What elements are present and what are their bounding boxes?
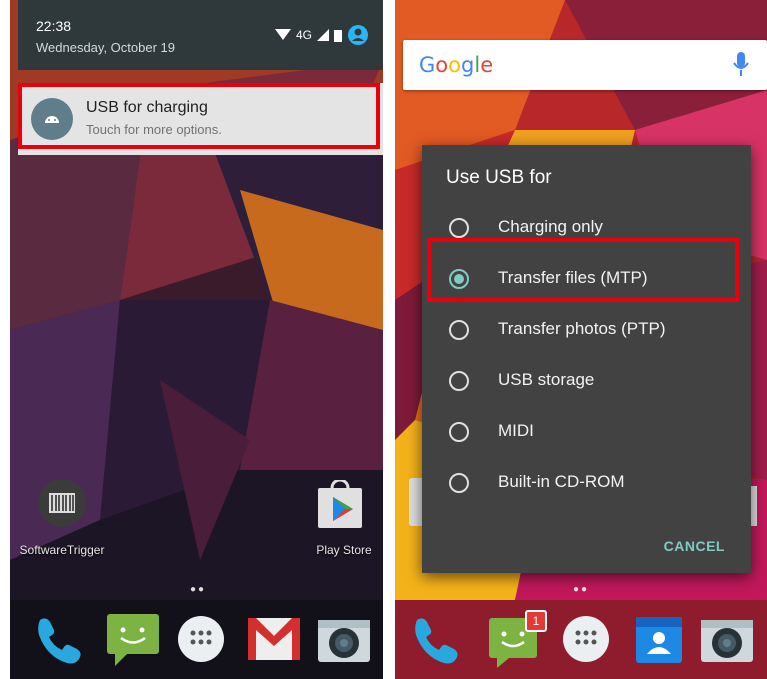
google-search-bar[interactable]: Google bbox=[403, 40, 767, 90]
radio-button[interactable] bbox=[449, 320, 469, 340]
notification-shade-header: 22:38 Wednesday, October 19 4G bbox=[18, 0, 383, 70]
option-label: USB storage bbox=[498, 370, 595, 389]
contacts-icon[interactable] bbox=[633, 614, 685, 666]
wifi-icon bbox=[274, 29, 291, 40]
right-phone-screen: Google Use USB for Charging only Transfe… bbox=[395, 0, 767, 679]
user-avatar-icon[interactable] bbox=[347, 24, 369, 46]
radio-button[interactable] bbox=[449, 218, 469, 238]
signal-icon bbox=[317, 29, 329, 41]
gmail-icon[interactable] bbox=[246, 616, 302, 662]
app-drawer-icon[interactable] bbox=[561, 614, 611, 664]
camera-icon[interactable] bbox=[316, 614, 372, 666]
microphone-icon[interactable] bbox=[733, 52, 749, 78]
status-time: 22:38 bbox=[36, 18, 72, 34]
radio-button[interactable] bbox=[449, 473, 469, 493]
status-icons: 4G bbox=[274, 24, 369, 46]
app-drawer-icon[interactable] bbox=[176, 614, 226, 664]
radio-button[interactable] bbox=[449, 371, 469, 391]
option-label: MIDI bbox=[498, 421, 534, 440]
dialog-title: Use USB for bbox=[446, 167, 552, 188]
camera-icon[interactable] bbox=[699, 614, 755, 666]
play-store-icon[interactable] bbox=[315, 480, 365, 530]
option-usb-storage[interactable]: USB storage bbox=[422, 356, 751, 406]
option-midi[interactable]: MIDI bbox=[422, 407, 751, 457]
app-label-play-store: Play Store bbox=[316, 543, 372, 557]
left-phone-screen: 22:38 Wednesday, October 19 4G USB for c… bbox=[10, 0, 383, 679]
google-logo: Google bbox=[419, 53, 494, 77]
option-label: Charging only bbox=[498, 217, 603, 236]
cancel-button[interactable]: CANCEL bbox=[664, 538, 725, 554]
unread-badge: 1 bbox=[525, 610, 547, 632]
page-indicator: ●● bbox=[573, 584, 590, 595]
app-label-software-trigger: SoftwareTrigger bbox=[19, 543, 105, 557]
page-indicator: ●● bbox=[190, 584, 207, 595]
highlight-box-mtp-option bbox=[427, 238, 739, 302]
phone-icon[interactable] bbox=[407, 612, 463, 668]
use-usb-for-dialog: Use USB for Charging only Transfer files… bbox=[422, 145, 751, 573]
option-label: Built-in CD-ROM bbox=[498, 472, 625, 491]
phone-icon[interactable] bbox=[30, 612, 86, 668]
network-type: 4G bbox=[295, 28, 312, 42]
status-date: Wednesday, October 19 bbox=[36, 40, 175, 55]
messaging-icon[interactable] bbox=[105, 610, 161, 668]
option-label: Transfer photos (PTP) bbox=[498, 319, 666, 338]
highlight-box-notification bbox=[18, 83, 380, 149]
battery-icon bbox=[334, 29, 342, 42]
radio-button[interactable] bbox=[449, 422, 469, 442]
option-transfer-photos-ptp[interactable]: Transfer photos (PTP) bbox=[422, 305, 751, 355]
option-built-in-cd-rom[interactable]: Built-in CD-ROM bbox=[422, 458, 751, 508]
software-trigger-icon[interactable] bbox=[37, 478, 87, 528]
